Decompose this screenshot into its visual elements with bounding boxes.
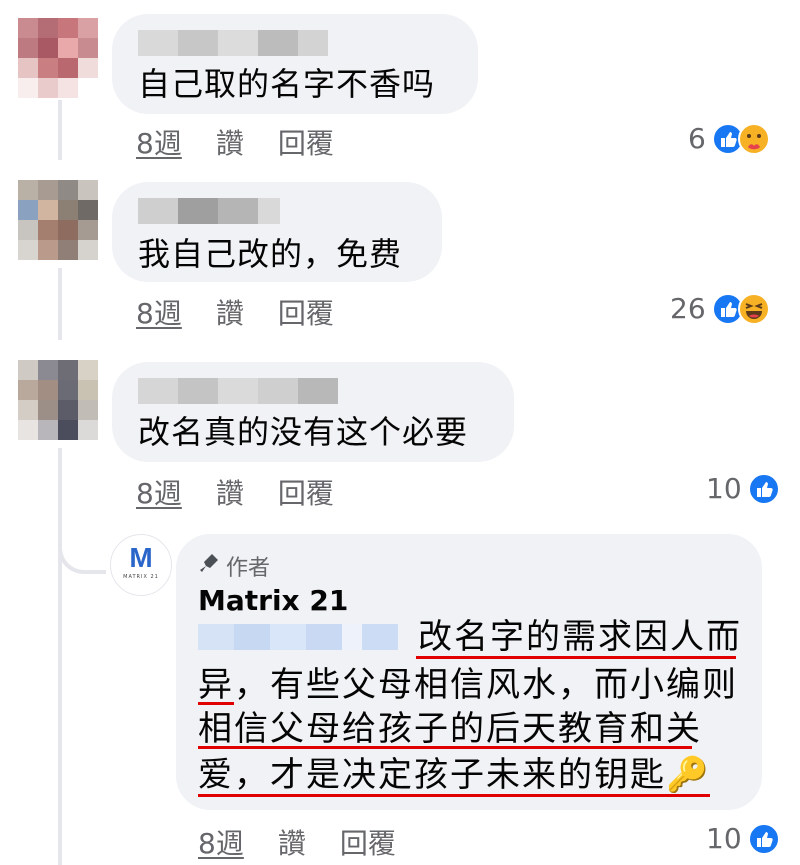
avatar[interactable]: [18, 360, 98, 440]
thread-line: [58, 448, 62, 865]
reply-button[interactable]: 回覆: [278, 472, 334, 512]
reply-text-line-content: 爱，才是决定孩子未来的钥匙: [198, 755, 666, 795]
reaction-count: 10: [706, 472, 742, 505]
care-icon: [737, 122, 770, 155]
avatar[interactable]: [18, 18, 98, 98]
comment-text: 我自己改的，免费: [138, 235, 403, 273]
author-badge: 作者: [198, 550, 270, 582]
reaction-summary[interactable]: 6: [688, 122, 770, 155]
reply-button[interactable]: 回覆: [278, 122, 334, 162]
comment-text: 自己取的名字不香吗: [138, 65, 436, 103]
reaction-count: 10: [706, 822, 742, 855]
timestamp-link[interactable]: 8週: [136, 472, 182, 512]
red-underline: [198, 702, 234, 705]
like-button[interactable]: 讚: [216, 292, 244, 332]
reply-button[interactable]: 回覆: [278, 292, 334, 332]
mentioned-name[interactable]: [198, 624, 398, 650]
red-underline: [416, 656, 736, 659]
reply-text-line: 爱，才是决定孩子未来的钥匙🔑: [198, 750, 710, 800]
timestamp-link[interactable]: 8週: [136, 292, 182, 332]
commenter-name[interactable]: [138, 30, 328, 56]
like-button[interactable]: 讚: [216, 122, 244, 162]
timestamp-link[interactable]: 8週: [136, 122, 182, 162]
comment-actions: 8週 讚 回覆: [136, 122, 368, 162]
comment-actions: 8週 讚 回覆: [136, 292, 368, 332]
microphone-icon: [198, 552, 220, 580]
reply-text-line: 改名字的需求因人而: [418, 617, 742, 657]
red-underline: [198, 746, 692, 749]
reply-button[interactable]: 回覆: [340, 822, 396, 862]
like-icon: [747, 822, 780, 855]
like-icon: [747, 472, 780, 505]
comment-text: 改名真的没有这个必要: [138, 413, 469, 451]
like-button[interactable]: 讚: [278, 822, 306, 862]
reaction-summary[interactable]: 26: [670, 292, 770, 325]
thread-line: [58, 268, 62, 340]
reply-connector: [58, 520, 106, 574]
commenter-name[interactable]: [138, 378, 338, 404]
haha-icon: [737, 292, 770, 325]
author-name[interactable]: Matrix 21: [198, 584, 348, 617]
reply-text-line: 异，有些父母相信风水，而小编则: [198, 665, 738, 705]
red-underline: [198, 794, 710, 797]
logo-letter: M: [129, 542, 153, 573]
logo-subtext: MATRIX 21: [123, 574, 159, 580]
reaction-summary[interactable]: 10: [706, 472, 780, 505]
reaction-count: 26: [670, 292, 706, 325]
commenter-name[interactable]: [138, 198, 280, 224]
reply-actions: 8週 讚 回覆: [198, 822, 430, 862]
author-badge-label: 作者: [226, 556, 271, 581]
comment-actions: 8週 讚 回覆: [136, 472, 368, 512]
reaction-count: 6: [688, 122, 706, 155]
like-button[interactable]: 讚: [216, 472, 244, 512]
timestamp-link[interactable]: 8週: [198, 822, 244, 862]
avatar[interactable]: [18, 180, 98, 260]
author-avatar[interactable]: M MATRIX 21: [110, 534, 172, 596]
reaction-summary[interactable]: 10: [706, 822, 780, 855]
key-icon: 🔑: [666, 755, 711, 795]
thread-line: [58, 100, 62, 160]
